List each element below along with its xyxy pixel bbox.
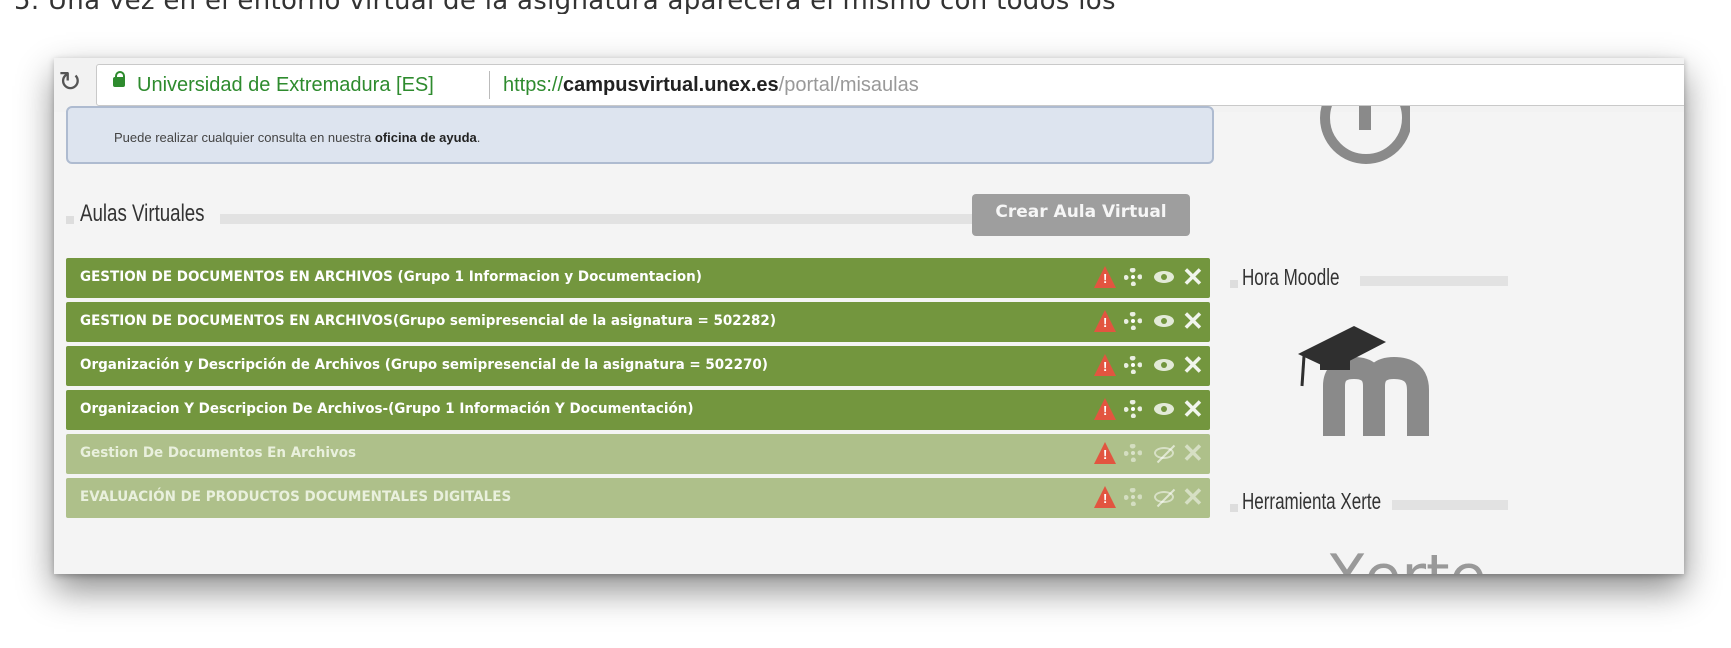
reload-icon[interactable]: ↻ bbox=[56, 68, 84, 96]
caption-fragment: 5. Una vez en el entorno virtual de la a… bbox=[0, 0, 1731, 14]
lock-icon bbox=[113, 71, 125, 87]
aula-row-hidden[interactable]: Gestion De Documentos En Archivos ✕ bbox=[66, 434, 1210, 474]
section-divider bbox=[220, 214, 980, 224]
url-host: campusvirtual.unex.es bbox=[563, 74, 779, 96]
warning-icon[interactable] bbox=[1094, 266, 1116, 288]
xerte-logo-icon[interactable]: Xerte bbox=[1326, 542, 1486, 574]
caption-text: 5. Una vez en el entorno virtual de la a… bbox=[14, 0, 1116, 14]
gear-icon[interactable] bbox=[1124, 400, 1142, 418]
url-path: /portal/misaulas bbox=[778, 74, 919, 96]
page-content: Puede realizar cualquier consulta en nue… bbox=[54, 106, 1684, 574]
browser-screenshot: ↻ Universidad de Extremadura [ES] https:… bbox=[54, 58, 1684, 574]
aula-row-label[interactable]: EVALUACIÓN DE PRODUCTOS DOCUMENTALES DIG… bbox=[80, 489, 511, 505]
close-icon[interactable]: ✕ bbox=[1182, 438, 1204, 469]
aula-row[interactable]: Organización y Descripción de Archivos (… bbox=[66, 346, 1210, 386]
warning-icon[interactable] bbox=[1094, 442, 1116, 464]
help-info-box: Puede realizar cualquier consulta en nue… bbox=[66, 106, 1214, 164]
aulas-list: GESTION DE DOCUMENTOS EN ARCHIVOS (Grupo… bbox=[66, 258, 1210, 522]
aula-row[interactable]: GESTION DE DOCUMENTOS EN ARCHIVOS (Grupo… bbox=[66, 258, 1210, 298]
aula-row-label[interactable]: GESTION DE DOCUMENTOS EN ARCHIVOS(Grupo … bbox=[80, 313, 776, 329]
eye-off-icon[interactable] bbox=[1154, 491, 1174, 503]
help-office-link[interactable]: oficina de ayuda bbox=[375, 130, 477, 145]
close-icon[interactable]: ✕ bbox=[1182, 262, 1204, 293]
aulas-section-title: Aulas Virtuales bbox=[80, 200, 205, 227]
create-aula-button[interactable]: Crear Aula Virtual bbox=[972, 194, 1190, 236]
gear-icon[interactable] bbox=[1124, 312, 1142, 330]
power-logo-icon bbox=[1320, 106, 1410, 166]
close-icon[interactable]: ✕ bbox=[1182, 482, 1204, 513]
eye-icon[interactable] bbox=[1154, 359, 1174, 371]
section-bullet bbox=[1230, 504, 1238, 512]
url-protocol: https:// bbox=[503, 74, 564, 96]
help-prefix: Puede realizar cualquier consulta en nue… bbox=[114, 130, 375, 145]
help-message: Puede realizar cualquier consulta en nue… bbox=[114, 130, 480, 145]
gear-icon[interactable] bbox=[1124, 488, 1142, 506]
warning-icon[interactable] bbox=[1094, 398, 1116, 420]
eye-icon[interactable] bbox=[1154, 271, 1174, 283]
close-icon[interactable]: ✕ bbox=[1182, 350, 1204, 381]
moodle-logo-icon[interactable] bbox=[1294, 324, 1434, 444]
eye-off-icon[interactable] bbox=[1154, 447, 1174, 459]
close-icon[interactable]: ✕ bbox=[1182, 394, 1204, 425]
warning-icon[interactable] bbox=[1094, 354, 1116, 376]
aula-row-label[interactable]: Organización y Descripción de Archivos (… bbox=[80, 357, 768, 373]
section-divider bbox=[1392, 500, 1508, 510]
section-divider bbox=[1360, 276, 1508, 286]
eye-icon[interactable] bbox=[1154, 403, 1174, 415]
aula-row[interactable]: Organizacion Y Descripcion De Archivos-(… bbox=[66, 390, 1210, 430]
hora-moodle-title: Hora Moodle bbox=[1242, 264, 1340, 290]
site-identity: Universidad de Extremadura [ES] bbox=[137, 74, 434, 96]
url-text[interactable]: https://campusvirtual.unex.es/portal/mis… bbox=[503, 74, 919, 97]
warning-icon[interactable] bbox=[1094, 486, 1116, 508]
address-bar: ↻ Universidad de Extremadura [ES] https:… bbox=[54, 58, 1684, 112]
warning-icon[interactable] bbox=[1094, 310, 1116, 332]
aula-row-label[interactable]: Gestion De Documentos En Archivos bbox=[80, 445, 356, 461]
help-suffix: . bbox=[476, 130, 481, 145]
xerte-title: Herramienta Xerte bbox=[1242, 488, 1382, 514]
url-separator bbox=[489, 71, 490, 99]
aula-row-hidden[interactable]: EVALUACIÓN DE PRODUCTOS DOCUMENTALES DIG… bbox=[66, 478, 1210, 518]
close-icon[interactable]: ✕ bbox=[1182, 306, 1204, 337]
aula-row[interactable]: GESTION DE DOCUMENTOS EN ARCHIVOS(Grupo … bbox=[66, 302, 1210, 342]
section-bullet bbox=[66, 216, 74, 224]
aula-row-label[interactable]: Organizacion Y Descripcion De Archivos-(… bbox=[80, 401, 694, 417]
gear-icon[interactable] bbox=[1124, 356, 1142, 374]
eye-icon[interactable] bbox=[1154, 315, 1174, 327]
gear-icon[interactable] bbox=[1124, 268, 1142, 286]
url-box[interactable]: Universidad de Extremadura [ES] https://… bbox=[96, 64, 1684, 106]
aula-row-label[interactable]: GESTION DE DOCUMENTOS EN ARCHIVOS (Grupo… bbox=[80, 269, 702, 285]
power-bar bbox=[1359, 106, 1371, 130]
gear-icon[interactable] bbox=[1124, 444, 1142, 462]
section-bullet bbox=[1230, 280, 1238, 288]
